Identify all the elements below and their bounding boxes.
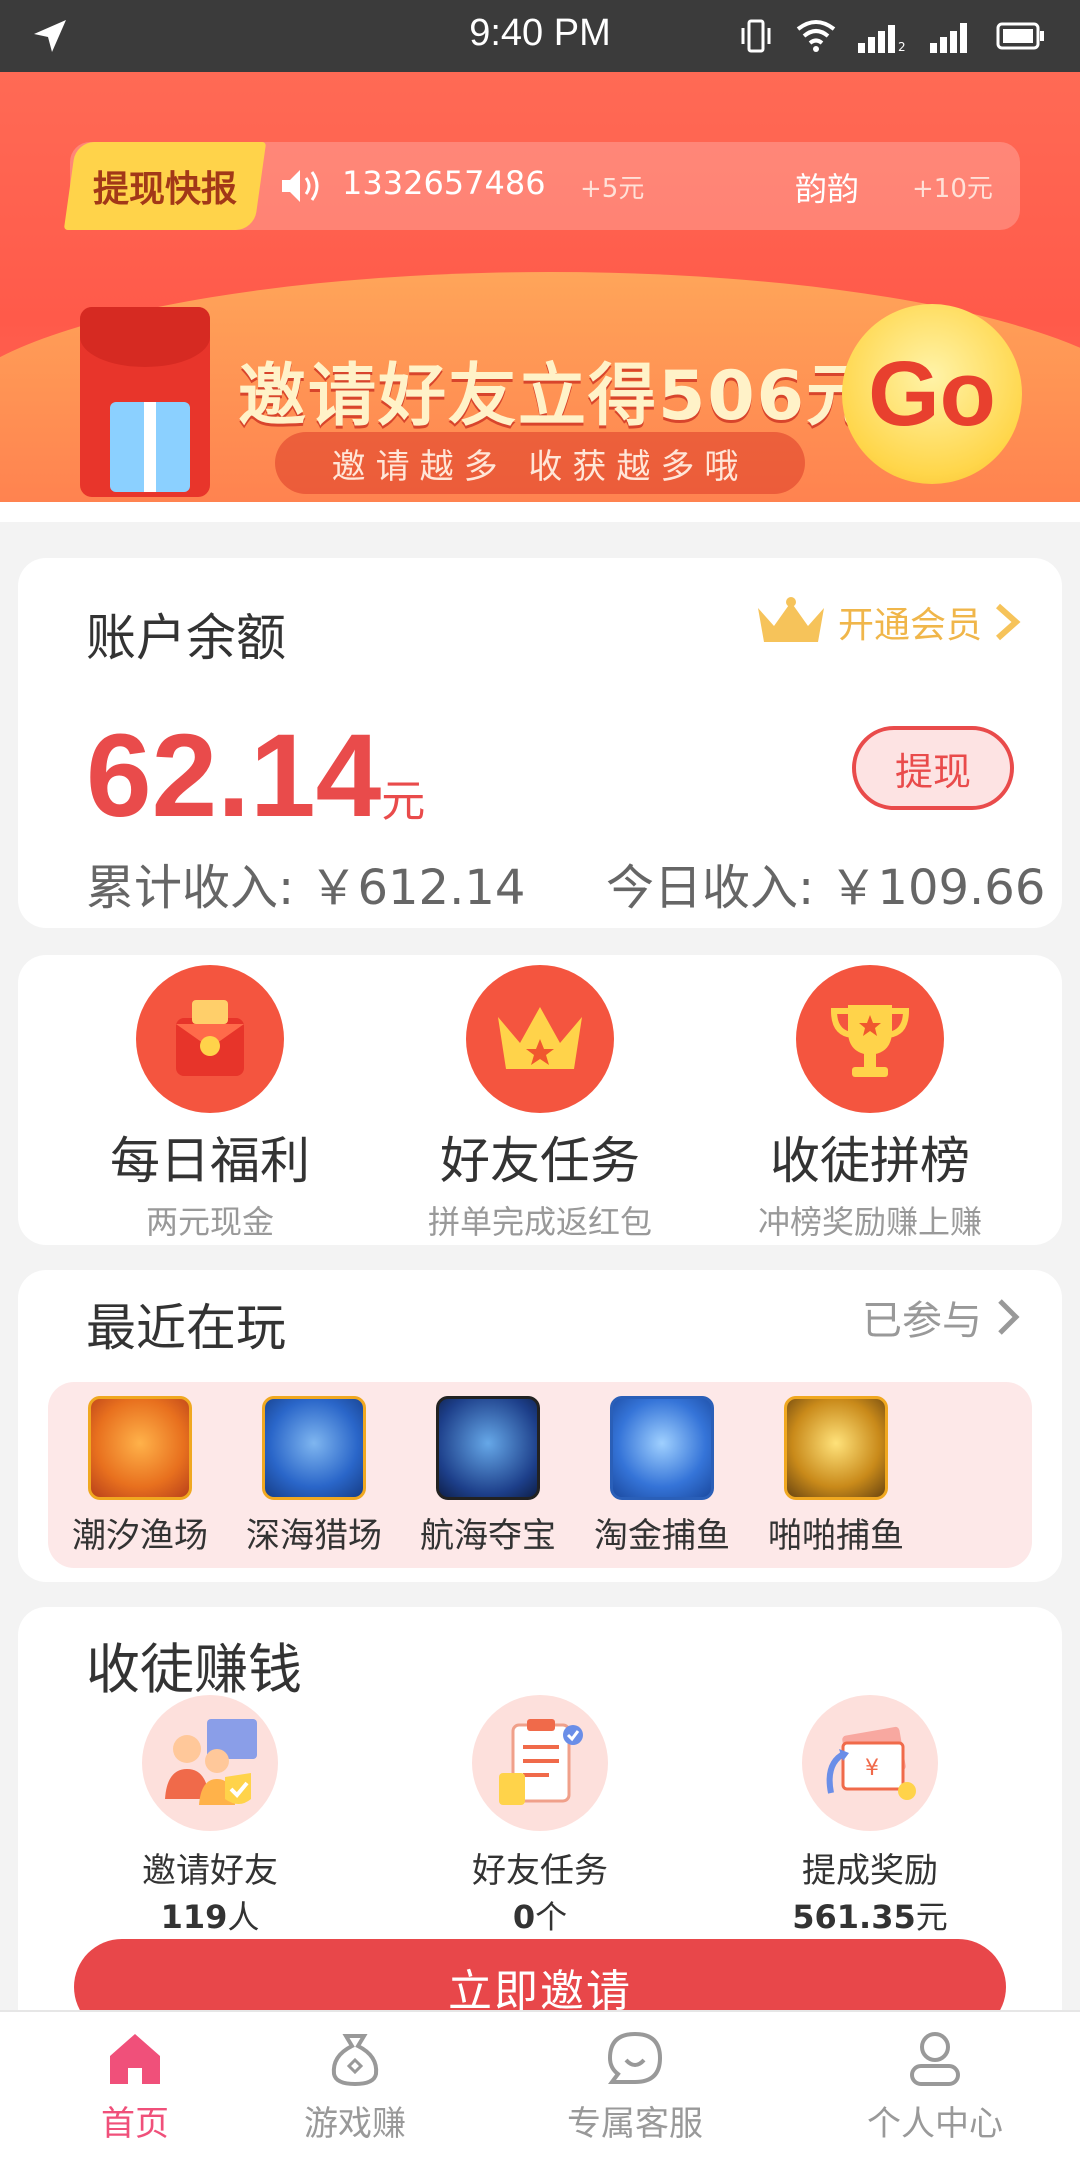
friends-icon xyxy=(142,1695,278,1831)
trophy-icon xyxy=(796,965,944,1113)
balance-card: 账户余额 开通会员 62.14元 提现 累计收入: ￥612.14 今日收入: … xyxy=(18,558,1062,928)
crown-icon xyxy=(466,965,614,1113)
banner-headline: 邀请好友立得506元 xyxy=(238,357,876,436)
features-card: 每日福利 两元现金 好友任务 拼单完成返红包 收徒拼榜 冲榜奖励赚上赚 xyxy=(18,955,1062,1245)
user-icon xyxy=(910,2032,960,2086)
chat-bubble-icon xyxy=(607,2031,663,2084)
battery-icon xyxy=(996,22,1044,50)
income-stats: 累计收入: ￥612.14 今日收入: ￥109.66 xyxy=(86,848,1045,918)
red-envelope-icon xyxy=(136,965,284,1113)
status-bar: 9:40 PM 2 xyxy=(0,0,1080,72)
game-item[interactable]: 深海猎场 xyxy=(234,1396,394,1557)
today-income-label: 今日收入: xyxy=(605,860,815,916)
tab-customer-service[interactable]: 专属客服 xyxy=(500,2030,770,2145)
total-income-value: ￥612.14 xyxy=(309,860,526,916)
home-icon xyxy=(110,2034,160,2084)
speaker-icon xyxy=(282,170,319,202)
tab-game-earn[interactable]: 游戏赚 xyxy=(220,2030,490,2145)
balance-amount: 62.14元 xyxy=(86,710,426,842)
withdraw-ticker: 提现快报 1332657486 +5元 韵韵 +10元 xyxy=(63,142,1020,230)
shark-game-icon xyxy=(436,1396,540,1500)
recruit-friend-tasks[interactable]: 好友任务 0个 xyxy=(390,1695,690,1938)
recruit-title: 收徒赚钱 xyxy=(86,1638,302,1701)
bottom-tab-bar: 首页 游戏赚 专属客服 个人中心 xyxy=(0,2010,1080,2160)
joined-link[interactable]: 已参与 xyxy=(862,1288,1022,1346)
svg-text:2: 2 xyxy=(898,40,906,53)
task-list-icon xyxy=(472,1695,608,1831)
game-item[interactable]: 啪啪捕鱼 xyxy=(756,1396,916,1557)
recruit-invite-friends[interactable]: 邀请好友 119人 xyxy=(60,1695,360,1938)
wifi-icon xyxy=(796,20,836,52)
chevron-right-icon xyxy=(998,1299,1020,1335)
ticker-phone: 1332657486 xyxy=(342,164,546,202)
chevron-right-icon xyxy=(996,603,1021,641)
banner-subline: 邀请越多 收获越多哦 xyxy=(275,432,805,494)
gift-box-illustration xyxy=(110,402,190,492)
games-list: 潮汐渔场 深海猎场 航海夺宝 淘金捕鱼 啪啪捕鱼 xyxy=(48,1382,1032,1568)
vip-label: 开通会员 xyxy=(837,605,982,646)
ticker-tag: 提现快报 xyxy=(63,142,267,230)
signal-icon xyxy=(930,23,967,53)
invite-banner[interactable]: 提现快报 1332657486 +5元 韵韵 +10元 邀请好友立得506元 邀… xyxy=(0,72,1080,522)
gold-shark-game-icon xyxy=(784,1396,888,1500)
recruit-commission[interactable]: ¥ 提成奖励 561.35元 xyxy=(720,1695,1020,1938)
feature-daily-bonus[interactable]: 每日福利 两元现金 xyxy=(60,965,360,1243)
today-income-value: ￥109.66 xyxy=(829,860,1046,916)
tab-profile[interactable]: 个人中心 xyxy=(800,2030,1070,2145)
ticker-name: 韵韵 xyxy=(795,170,860,208)
feature-ranking[interactable]: 收徒拼榜 冲榜奖励赚上赚 xyxy=(720,965,1020,1243)
recruit-card: 收徒赚钱 邀请好友 119人 好友任务 0个 ¥ 提成奖励 561.35元 立即… xyxy=(18,1607,1062,2035)
balance-label: 账户余额 xyxy=(86,609,286,667)
total-income-label: 累计收入: xyxy=(86,860,295,916)
game-item[interactable]: 淘金捕鱼 xyxy=(582,1396,742,1557)
shark-pirate-game-icon xyxy=(262,1396,366,1500)
vip-link[interactable]: 开通会员 xyxy=(754,596,1022,648)
ticker-amount: +10元 xyxy=(912,174,993,204)
money-stack-icon: ¥ xyxy=(802,1695,938,1831)
feature-friend-task[interactable]: 好友任务 拼单完成返红包 xyxy=(390,965,690,1243)
signal-sim2-icon: 2 xyxy=(858,25,906,53)
svg-text:¥: ¥ xyxy=(865,1756,879,1781)
ticker-amount: +5元 xyxy=(580,174,645,204)
game-item[interactable]: 潮汐渔场 xyxy=(60,1396,220,1557)
banner-divider xyxy=(0,502,1080,522)
shark-gold-game-icon xyxy=(610,1396,714,1500)
crown-icon xyxy=(757,597,824,642)
recent-games-card: 最近在玩 已参与 潮汐渔场 深海猎场 航海夺宝 淘金捕鱼 啪啪捕鱼 xyxy=(18,1270,1062,1582)
vibrate-icon xyxy=(741,19,771,53)
game-item[interactable]: 航海夺宝 xyxy=(408,1396,568,1557)
money-bag-icon xyxy=(331,2034,379,2087)
fish-game-icon xyxy=(88,1396,192,1500)
go-button[interactable]: Go xyxy=(842,304,1022,484)
withdraw-button[interactable]: 提现 xyxy=(852,726,1014,810)
recent-title: 最近在玩 xyxy=(86,1299,286,1357)
